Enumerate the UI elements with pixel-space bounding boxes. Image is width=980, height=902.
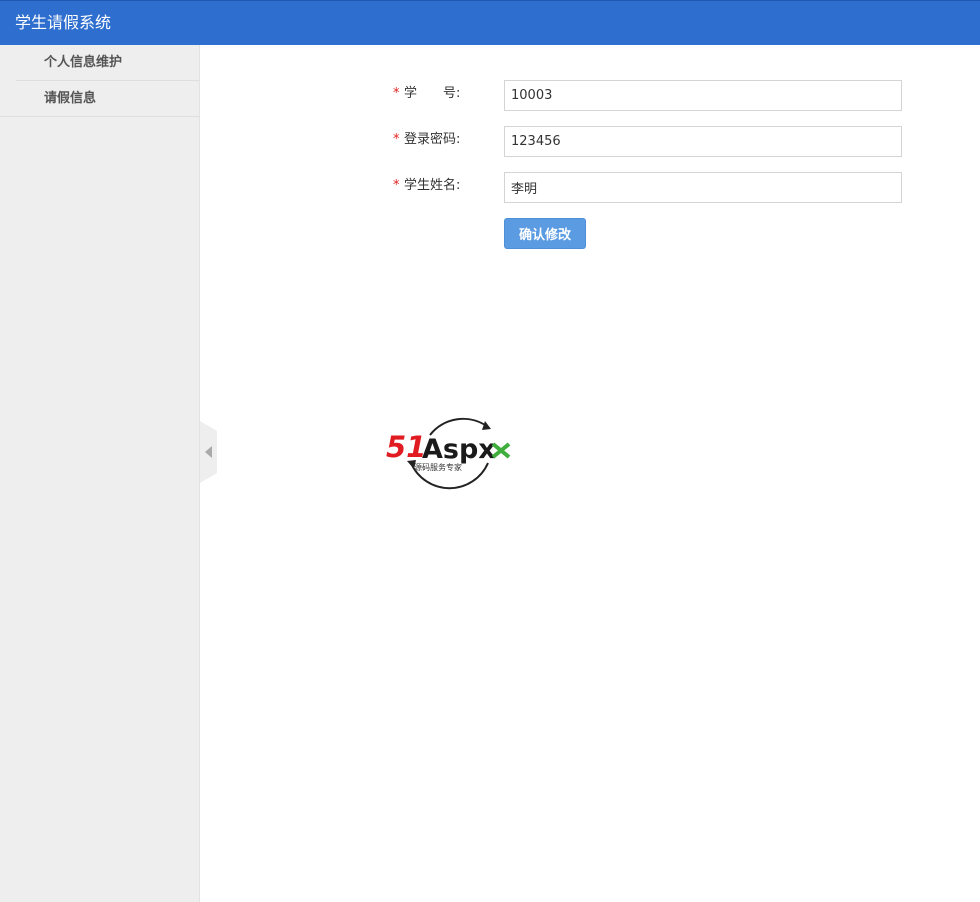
sidebar-collapse-handle[interactable] <box>200 421 217 483</box>
form-row-student-name: * 学生姓名: <box>393 172 903 204</box>
top-header: 学生请假系统 <box>0 0 980 45</box>
student-id-label: 学 号: <box>404 86 461 101</box>
51aspx-logo: 51 Aspx 源码服务专家 <box>386 417 511 490</box>
app-title: 学生请假系统 <box>15 13 112 32</box>
sidebar: 个人信息维护 请假信息 <box>0 45 200 902</box>
confirm-modify-button[interactable]: 确认修改 <box>504 218 586 249</box>
sidebar-item-label: 个人信息维护 <box>44 55 123 70</box>
student-id-input[interactable] <box>504 80 902 111</box>
form-row-password: * 登录密码: <box>393 126 903 158</box>
logo-tagline: 源码服务专家 <box>414 462 462 472</box>
logo-number: 51 <box>386 430 426 464</box>
student-name-label: 学生姓名: <box>404 178 461 193</box>
sidebar-item-personal-info[interactable]: 个人信息维护 <box>16 45 199 81</box>
student-name-input[interactable] <box>504 172 902 203</box>
password-input[interactable] <box>504 126 902 157</box>
logo-wordmark: Aspx <box>422 434 496 465</box>
sidebar-item-label: 请假信息 <box>44 91 97 106</box>
required-mark: * <box>393 178 400 193</box>
required-mark: * <box>393 86 400 101</box>
password-label: 登录密码: <box>404 132 461 147</box>
form-row-student-id: * 学 号: <box>393 80 903 112</box>
required-mark: * <box>393 132 400 147</box>
chevron-left-icon <box>205 446 212 458</box>
sidebar-item-leave-info[interactable]: 请假信息 <box>0 81 199 117</box>
sidebar-nav: 个人信息维护 请假信息 <box>0 45 199 117</box>
app-root: 学生请假系统 个人信息维护 请假信息 * 学 号: * 登录密码: * 学生姓名… <box>0 0 980 902</box>
